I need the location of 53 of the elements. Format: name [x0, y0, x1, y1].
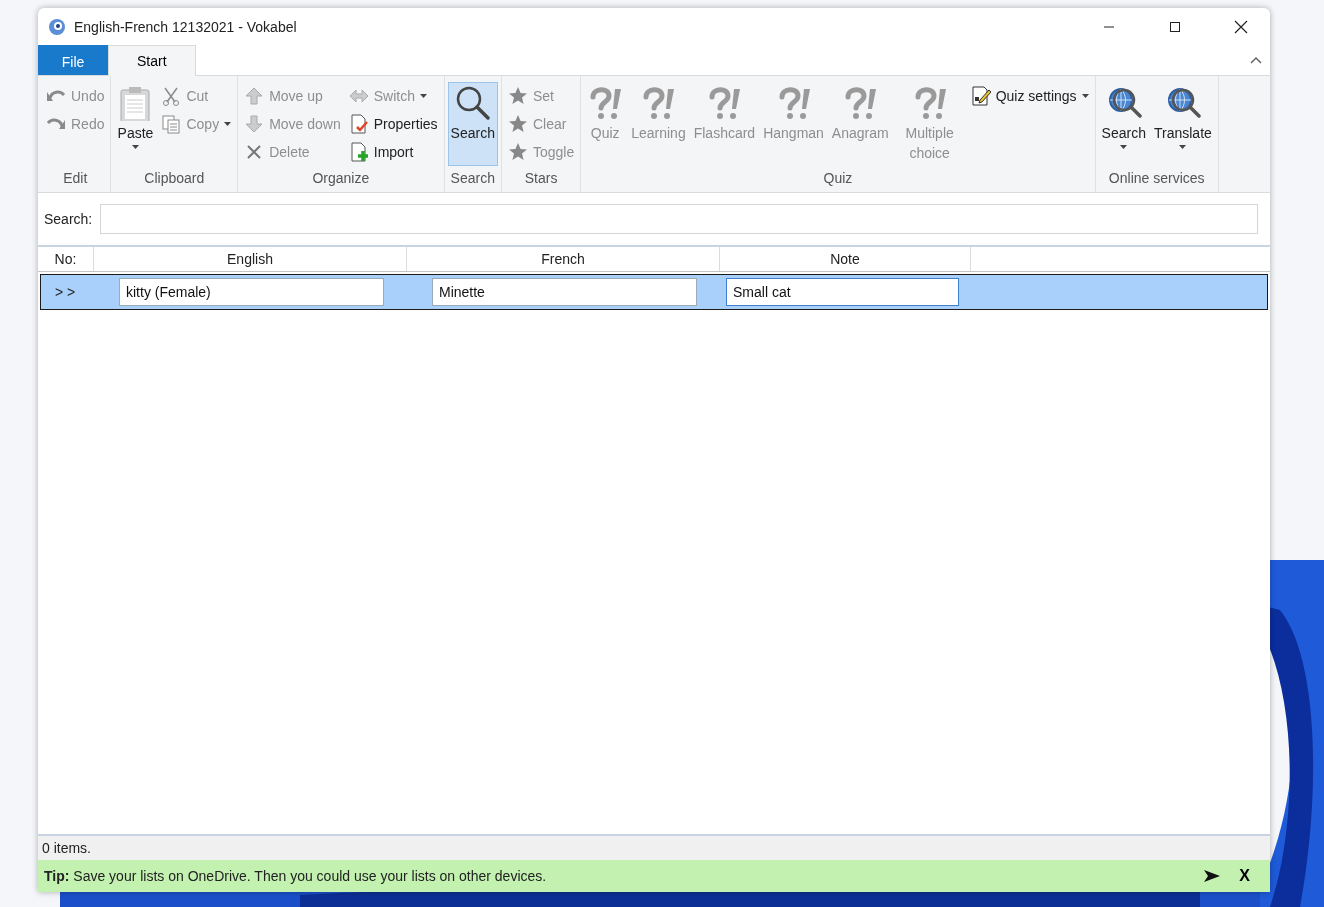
column-header[interactable]: Note — [720, 247, 971, 271]
ribbon-button[interactable]: Import — [345, 138, 441, 166]
tip-text: Tip: Save your lists on OneDrive. Then you could use your lists on other devices. — [44, 868, 547, 884]
close-tip-button[interactable]: X — [1235, 867, 1254, 885]
ribbon-button[interactable]: Search — [1098, 82, 1149, 166]
group-label: Search — [449, 170, 496, 188]
star-icon — [507, 142, 528, 162]
search-field[interactable] — [100, 204, 1258, 234]
column-header[interactable]: No: — [38, 247, 94, 271]
window-title: English-French 12132021 - Vokabel — [74, 18, 297, 35]
caret-icon — [1081, 94, 1089, 98]
settings-document-icon — [970, 86, 991, 106]
ribbon-button[interactable]: Search — [447, 82, 498, 166]
chevron-up-icon[interactable] — [1250, 56, 1262, 64]
ribbon-button[interactable]: Translate — [1150, 82, 1215, 166]
french-field[interactable]: Minette — [432, 278, 697, 306]
star-icon — [507, 86, 528, 106]
search-icon — [454, 85, 491, 121]
group-label: Online services — [1107, 170, 1206, 188]
caret-icon — [224, 122, 232, 126]
ribbon-button[interactable]: Properties — [345, 110, 441, 138]
maximize-icon — [1169, 20, 1181, 33]
close-icon — [1234, 19, 1248, 34]
group-label: Edit — [62, 170, 89, 188]
table-row[interactable]: > > kitty (Female) Minette Small cat — [40, 274, 1268, 310]
group-label: Quiz — [822, 170, 854, 188]
document-check-icon — [348, 114, 369, 134]
app-icon — [48, 17, 66, 36]
copy-icon — [161, 114, 182, 134]
document-plus-icon — [348, 142, 369, 162]
caret-icon — [1120, 145, 1128, 149]
send-arrow-icon[interactable] — [1203, 869, 1222, 883]
group-label: Stars — [523, 170, 559, 188]
item-count: 0 items. — [42, 840, 91, 856]
ribbon-button[interactable]: Quiz settings — [967, 82, 1092, 110]
ribbon-button[interactable]: Paste — [114, 82, 157, 166]
arrow-down-icon — [244, 114, 265, 134]
row-marker: > > — [54, 284, 77, 300]
caret-icon — [1179, 145, 1187, 149]
search-label: Search: — [44, 211, 93, 227]
group-label: Clipboard — [143, 170, 206, 188]
caret-icon — [420, 94, 427, 98]
column-header[interactable]: English — [94, 247, 407, 271]
arrow-up-icon — [244, 86, 265, 106]
note-field[interactable]: Small cat — [726, 278, 959, 306]
file-menu-tab[interactable]: File — [38, 45, 108, 75]
ribbon-tab[interactable]: Start — [108, 45, 196, 76]
column-header[interactable]: French — [407, 247, 720, 271]
scissors-icon — [161, 86, 182, 106]
english-field[interactable]: kitty (Female) — [119, 278, 384, 306]
group-label: Organize — [311, 170, 371, 188]
star-icon — [507, 114, 528, 134]
caret-icon — [131, 145, 139, 149]
